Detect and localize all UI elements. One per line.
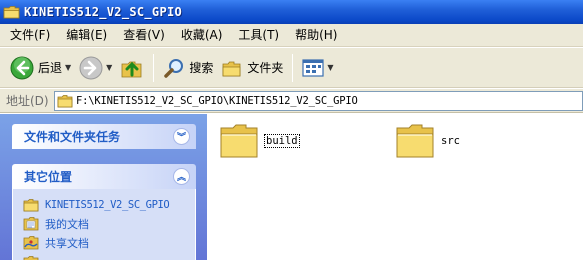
address-path: F:\KINETIS512_V2_SC_GPIO\KINETIS512_V2_S…	[76, 94, 358, 107]
folder-icon	[220, 124, 258, 158]
folder-up-icon	[121, 61, 142, 77]
search-icon	[164, 58, 184, 78]
forward-arrow-icon	[79, 56, 103, 79]
folders-button[interactable]: 文件夹	[217, 52, 287, 84]
menu-edit[interactable]: 编辑(E)	[60, 25, 113, 45]
chevron-down-icon[interactable]: ︾	[173, 128, 190, 145]
folder-item-build[interactable]: build	[219, 122, 300, 160]
place-link-project-folder[interactable]: KINETIS512_V2_SC_GPIO	[23, 195, 195, 214]
menu-file[interactable]: 文件(F)	[4, 25, 56, 45]
views-button[interactable]: ▼	[298, 52, 337, 84]
toolbar-separator	[292, 53, 294, 82]
file-tasks-title: 文件和文件夹任务	[24, 130, 121, 144]
address-bar: 地址(D) F:\KINETIS512_V2_SC_GPIO\KINETIS51…	[0, 89, 583, 113]
window-title: KINETIS512_V2_SC_GPIO	[24, 5, 183, 19]
back-dropdown-icon[interactable]: ▼	[65, 63, 71, 72]
my-documents-icon	[23, 217, 39, 231]
file-list-area: build src	[207, 114, 583, 260]
place-link-shared-documents[interactable]: 共享文档	[23, 233, 195, 252]
other-places-list: KINETIS512_V2_SC_GPIO 我的文档 共享文档	[12, 189, 196, 260]
back-label: 后退	[38, 61, 63, 75]
search-label: 搜索	[189, 61, 214, 75]
address-input[interactable]: F:\KINETIS512_V2_SC_GPIO\KINETIS512_V2_S…	[54, 90, 583, 111]
folder-icon	[23, 255, 39, 260]
folder-icon	[23, 198, 39, 211]
search-button[interactable]: 搜索	[159, 52, 217, 84]
folder-icon	[3, 5, 20, 18]
other-places-panel: 其它位置 ︽ KINETIS512_V2_SC_GPIO 我的文档 共享文档	[12, 164, 196, 260]
menu-tools[interactable]: 工具(T)	[232, 25, 285, 45]
menu-view[interactable]: 查看(V)	[117, 25, 171, 45]
place-link-partial[interactable]	[23, 252, 195, 260]
folder-icon	[57, 94, 73, 107]
place-link-label: 共享文档	[45, 236, 89, 250]
place-link-label: KINETIS512_V2_SC_GPIO	[45, 198, 170, 211]
other-places-title: 其它位置	[24, 170, 73, 184]
back-arrow-icon	[10, 56, 34, 79]
shared-documents-icon	[23, 236, 39, 250]
views-dropdown-icon[interactable]: ▼	[327, 63, 333, 72]
forward-button[interactable]: ▼	[75, 52, 116, 84]
folder-icon	[396, 124, 434, 158]
folder-name: build	[264, 134, 300, 148]
file-tasks-panel: 文件和文件夹任务 ︾	[12, 124, 196, 149]
menu-help[interactable]: 帮助(H)	[289, 25, 343, 45]
toolbar-separator	[153, 53, 155, 82]
menu-bar: 文件(F) 编辑(E) 查看(V) 收藏(A) 工具(T) 帮助(H)	[0, 24, 583, 47]
folder-name: src	[441, 135, 460, 147]
chevron-up-icon[interactable]: ︽	[173, 168, 190, 185]
place-link-my-documents[interactable]: 我的文档	[23, 214, 195, 233]
views-icon	[302, 58, 324, 77]
address-label: 地址(D)	[6, 94, 49, 108]
place-link-label: 我的文档	[45, 217, 89, 231]
other-places-header[interactable]: 其它位置 ︽	[12, 164, 196, 189]
forward-dropdown-icon[interactable]: ▼	[106, 63, 112, 72]
task-pane: 文件和文件夹任务 ︾ 其它位置 ︽ KINETIS512_V2_SC_GPIO	[0, 114, 207, 260]
folder-item-src[interactable]: src	[395, 122, 460, 160]
up-button[interactable]	[116, 52, 148, 84]
folders-label: 文件夹	[247, 61, 284, 75]
title-bar: KINETIS512_V2_SC_GPIO	[0, 0, 583, 24]
file-tasks-header[interactable]: 文件和文件夹任务 ︾	[12, 124, 196, 149]
menu-favorites[interactable]: 收藏(A)	[175, 25, 229, 45]
toolbar: 后退 ▼ ▼ 搜索 文件夹 ▼	[0, 48, 583, 88]
back-button[interactable]: 后退 ▼	[6, 52, 75, 84]
folders-icon	[222, 61, 241, 76]
